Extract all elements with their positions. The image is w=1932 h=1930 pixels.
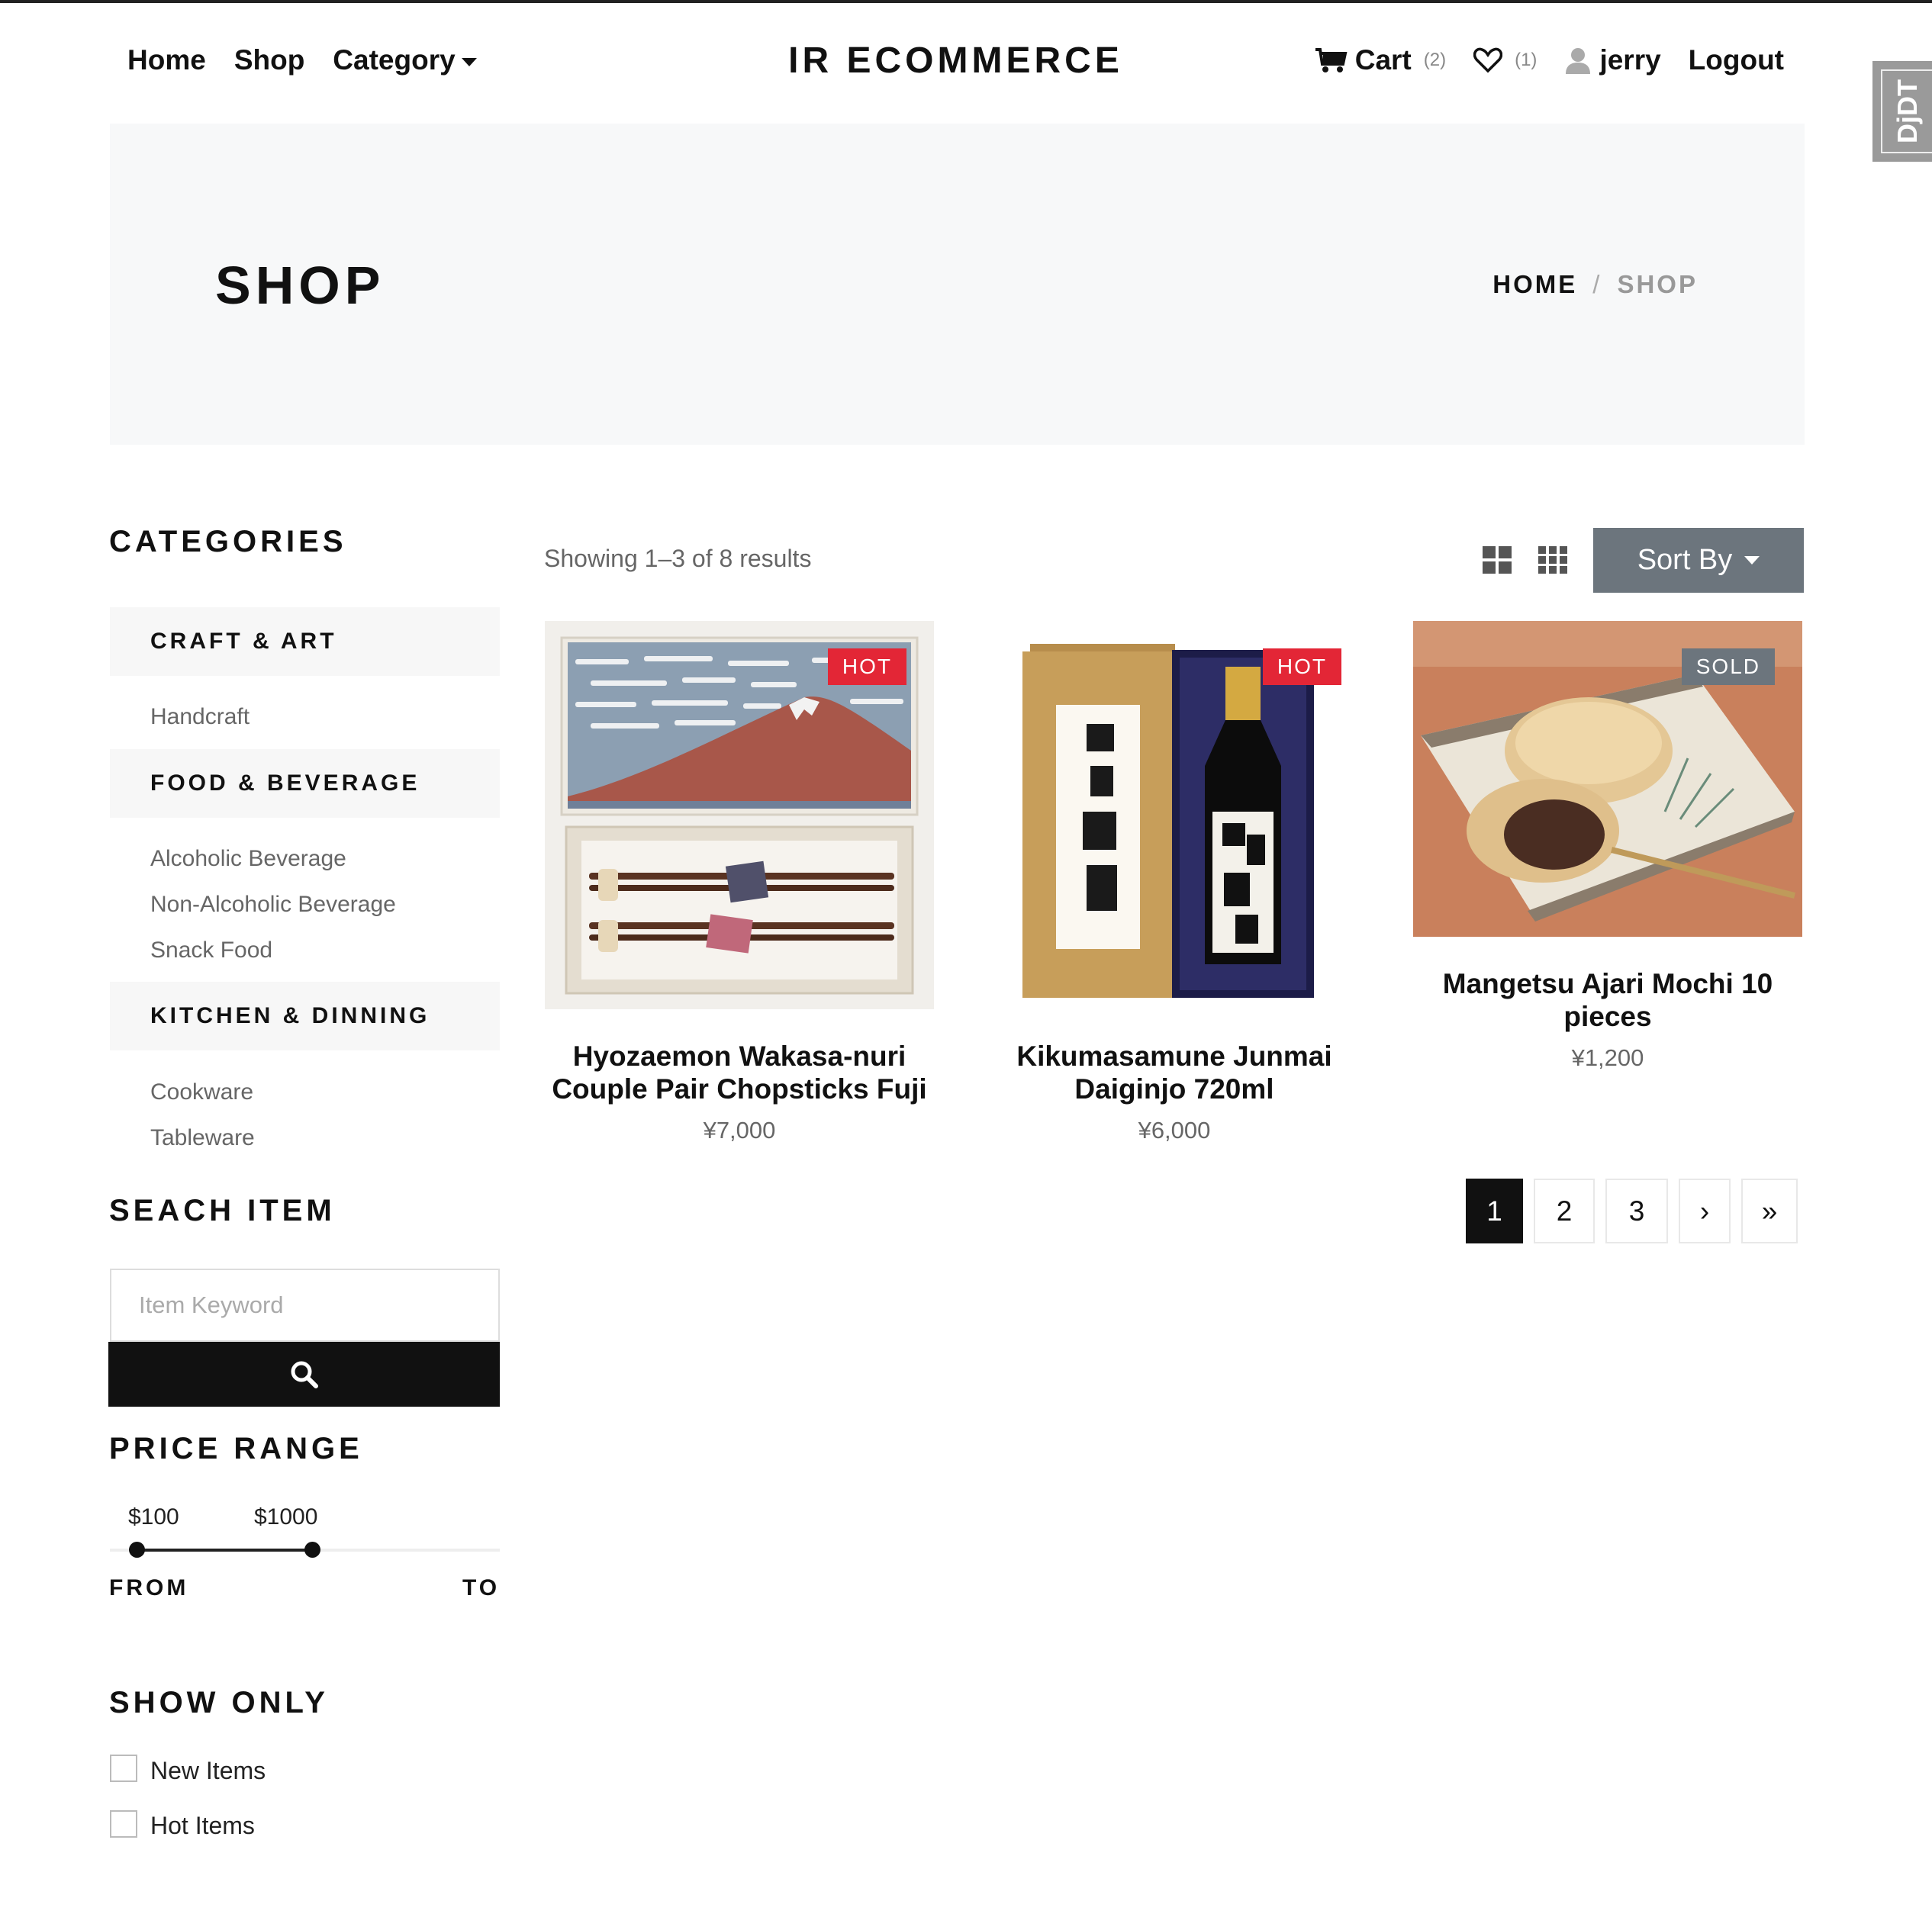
cart-link[interactable]: Cart (2) bbox=[1314, 44, 1446, 76]
top-border bbox=[0, 0, 1932, 3]
page-title: SHOP bbox=[215, 256, 385, 315]
subcategory-alcoholic-beverage[interactable]: Alcoholic Beverage bbox=[150, 846, 346, 872]
chevron-down-icon bbox=[1744, 556, 1760, 565]
username: jerry bbox=[1599, 44, 1661, 76]
price-slider-min-handle[interactable] bbox=[129, 1542, 145, 1558]
price-range-heading: PRICE RANGE bbox=[109, 1432, 363, 1465]
subcategory-cookware[interactable]: Cookware bbox=[150, 1079, 253, 1105]
breadcrumb-separator: / bbox=[1592, 270, 1602, 298]
price-slider-max-handle[interactable] bbox=[304, 1542, 320, 1558]
user-icon bbox=[1566, 48, 1591, 74]
hot-items-checkbox[interactable] bbox=[110, 1810, 137, 1838]
product-image-sake[interactable]: HOT bbox=[980, 621, 1369, 1009]
price-slider-range bbox=[137, 1549, 312, 1552]
breadcrumb-home-link[interactable]: HOME bbox=[1492, 270, 1577, 299]
grid-large-view-icon[interactable] bbox=[1483, 546, 1512, 574]
sold-badge: SOLD bbox=[1681, 648, 1775, 685]
pagination-last-button[interactable]: » bbox=[1741, 1179, 1798, 1243]
cart-icon bbox=[1315, 48, 1348, 72]
debug-toolbar-handle[interactable]: DjDT bbox=[1872, 61, 1932, 162]
subcategory-tableware[interactable]: Tableware bbox=[150, 1125, 255, 1151]
pagination-next-button[interactable]: › bbox=[1679, 1179, 1731, 1243]
subcategory-non-alcoholic-beverage[interactable]: Non-Alcoholic Beverage bbox=[150, 892, 396, 918]
category-kitchen-dinning[interactable]: KITCHEN & DINNING bbox=[110, 982, 500, 1050]
user-nav: Cart (2) (1) jerry Logout bbox=[1314, 44, 1784, 76]
sort-by-label: Sort By bbox=[1637, 544, 1733, 576]
pagination-page-3[interactable]: 3 bbox=[1605, 1179, 1668, 1243]
wishlist-count: (1) bbox=[1515, 50, 1538, 70]
breadcrumb: HOME / SHOP bbox=[1492, 270, 1698, 299]
sort-by-dropdown[interactable]: Sort By bbox=[1593, 528, 1804, 593]
search-input[interactable] bbox=[110, 1269, 500, 1342]
breadcrumb-current: SHOP bbox=[1617, 270, 1698, 298]
wishlist-link[interactable]: (1) bbox=[1473, 47, 1537, 73]
product-price: ¥1,200 bbox=[1571, 1044, 1644, 1071]
product-price: ¥6,000 bbox=[1138, 1117, 1211, 1144]
logout-link[interactable]: Logout bbox=[1689, 44, 1784, 76]
hot-items-label[interactable]: Hot Items bbox=[150, 1812, 255, 1840]
product-price: ¥7,000 bbox=[703, 1117, 776, 1144]
product-image-mochi[interactable]: SOLD bbox=[1413, 621, 1802, 937]
search-icon bbox=[291, 1361, 318, 1388]
categories-heading: CATEGORIES bbox=[109, 525, 347, 558]
user-account-link[interactable]: jerry bbox=[1564, 44, 1661, 76]
product-name[interactable]: Mangetsu Ajari Mochi 10 pieces bbox=[1413, 967, 1802, 1033]
page-header-banner: SHOP HOME / SHOP bbox=[110, 124, 1805, 445]
subcategory-handcraft[interactable]: Handcraft bbox=[150, 704, 250, 730]
debug-toolbar-frame: DjDT bbox=[1881, 69, 1932, 153]
grid-small-view-icon[interactable] bbox=[1538, 546, 1567, 574]
product-card[interactable]: HOT Hyozaemon Wakasa-nuri Couple Pair Ch… bbox=[545, 621, 934, 1144]
product-name[interactable]: Hyozaemon Wakasa-nuri Couple Pair Chopst… bbox=[545, 1040, 934, 1105]
new-items-checkbox[interactable] bbox=[110, 1755, 137, 1782]
hot-badge: HOT bbox=[1262, 648, 1341, 685]
category-food-beverage[interactable]: FOOD & BEVERAGE bbox=[110, 749, 500, 818]
price-max-value: $1000 bbox=[254, 1504, 318, 1530]
search-heading: SEACH ITEM bbox=[109, 1194, 336, 1227]
subcategory-snack-food[interactable]: Snack Food bbox=[150, 938, 272, 963]
price-min-value: $100 bbox=[128, 1504, 179, 1530]
heart-icon bbox=[1473, 47, 1503, 73]
new-items-label[interactable]: New Items bbox=[150, 1757, 266, 1785]
cart-count: (2) bbox=[1423, 50, 1447, 70]
search-button[interactable] bbox=[108, 1342, 500, 1407]
pagination-page-1[interactable]: 1 bbox=[1466, 1179, 1523, 1243]
show-only-heading: SHOW ONLY bbox=[109, 1686, 329, 1719]
hot-badge: HOT bbox=[827, 648, 906, 685]
results-count: Showing 1–3 of 8 results bbox=[544, 545, 812, 572]
product-card[interactable]: SOLD Mangetsu Ajari Mochi 10 pieces ¥1,2… bbox=[1413, 621, 1802, 1072]
product-image-chopsticks[interactable]: HOT bbox=[545, 621, 934, 1009]
pagination-page-2[interactable]: 2 bbox=[1534, 1179, 1595, 1243]
price-to-label: TO bbox=[462, 1575, 501, 1600]
debug-toolbar-label: DjDT bbox=[1891, 79, 1923, 143]
price-from-label: FROM bbox=[109, 1575, 189, 1600]
product-card[interactable]: HOT Kikumasamune Junmai Daiginjo 720ml ¥… bbox=[980, 621, 1369, 1144]
cart-label: Cart bbox=[1354, 44, 1412, 76]
category-craft-art[interactable]: CRAFT & ART bbox=[110, 607, 500, 676]
product-name[interactable]: Kikumasamune Junmai Daiginjo 720ml bbox=[980, 1040, 1369, 1105]
